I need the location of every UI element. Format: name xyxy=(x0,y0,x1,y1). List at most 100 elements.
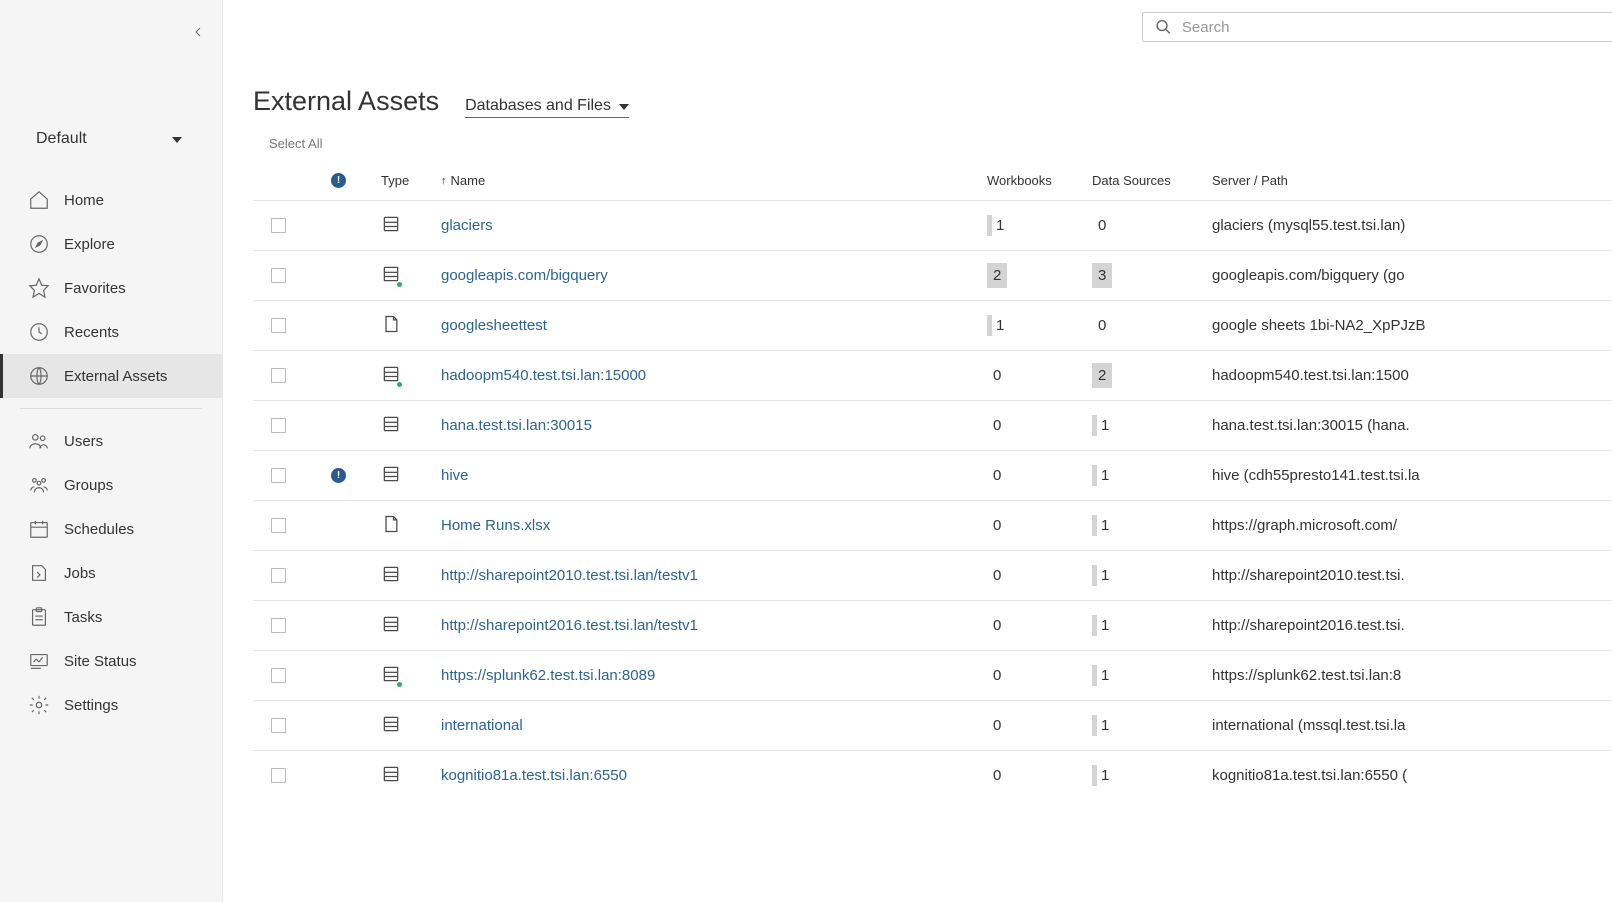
nav-external-assets[interactable]: External Assets xyxy=(0,354,222,398)
server-path: google sheets 1bi-NA2_XpPJzB xyxy=(1212,317,1612,334)
row-checkbox[interactable] xyxy=(271,368,286,383)
asset-name-link[interactable]: hana.test.tsi.lan:30015 xyxy=(441,417,592,434)
nav-tasks[interactable]: Tasks xyxy=(0,595,222,639)
jobs-icon xyxy=(28,562,50,584)
table-row: hana.test.tsi.lan:3001501hana.test.tsi.l… xyxy=(253,400,1612,450)
asset-name-link[interactable]: international xyxy=(441,717,523,734)
workbooks-count: 0 xyxy=(987,415,1007,436)
database-icon xyxy=(381,371,401,387)
column-server-path[interactable]: Server / Path xyxy=(1212,173,1612,188)
data-sources-count: 1 xyxy=(1092,515,1115,536)
star-icon xyxy=(28,277,50,299)
calendar-icon xyxy=(28,518,50,540)
server-path: hana.test.tsi.lan:30015 (hana. xyxy=(1212,417,1612,434)
search-input-wrap[interactable] xyxy=(1142,12,1612,42)
sidebar: Default Home Explore Favorites Recents xyxy=(0,0,223,902)
database-icon xyxy=(381,271,401,287)
nav-label: Tasks xyxy=(64,609,102,626)
nav-groups[interactable]: Groups xyxy=(0,463,222,507)
column-type[interactable]: Type xyxy=(381,173,441,188)
table-row: http://sharepoint2010.test.tsi.lan/testv… xyxy=(253,550,1612,600)
row-checkbox[interactable] xyxy=(271,268,286,283)
row-checkbox[interactable] xyxy=(271,768,286,783)
table-row: !hive01hive (cdh55presto141.test.tsi.la xyxy=(253,450,1612,500)
column-alert[interactable]: ! xyxy=(331,173,381,188)
nav-label: Jobs xyxy=(64,565,96,582)
certified-dot-icon xyxy=(396,381,403,388)
table-body: glaciers 1 0 glaciers (mysql55.test.tsi.lan… xyxy=(253,200,1612,800)
nav-jobs[interactable]: Jobs xyxy=(0,551,222,595)
asset-name-link[interactable]: googleapis.com/bigquery xyxy=(441,267,608,284)
asset-name-link[interactable]: kognitio81a.test.tsi.lan:6550 xyxy=(441,767,627,784)
server-path: glaciers (mysql55.test.tsi.lan) xyxy=(1212,217,1612,234)
server-path: kognitio81a.test.tsi.lan:6550 ( xyxy=(1212,767,1612,784)
data-sources-count: 1 xyxy=(1092,765,1115,786)
sort-asc-icon: ↑ xyxy=(441,175,447,187)
site-status-icon xyxy=(28,650,50,672)
asset-name-link[interactable]: glaciers xyxy=(441,217,493,234)
table-row: https://splunk62.test.tsi.lan:808901http… xyxy=(253,650,1612,700)
column-name[interactable]: ↑ Name xyxy=(441,173,987,188)
asset-name-link[interactable]: http://sharepoint2016.test.tsi.lan/testv… xyxy=(441,617,698,634)
nav-home[interactable]: Home xyxy=(0,178,222,222)
site-selector[interactable]: Default xyxy=(36,130,202,148)
select-all-link[interactable]: Select All xyxy=(269,136,1612,151)
workbooks-count: 1 xyxy=(987,315,1010,336)
nav-explore[interactable]: Explore xyxy=(0,222,222,266)
search-icon xyxy=(1155,18,1172,36)
database-icon xyxy=(381,771,401,787)
filter-label: Databases and Files xyxy=(465,97,611,115)
asset-name-link[interactable]: hadoopm540.test.tsi.lan:15000 xyxy=(441,367,646,384)
page-title: External Assets xyxy=(253,86,439,117)
workbooks-count: 0 xyxy=(987,665,1007,686)
nav-recents[interactable]: Recents xyxy=(0,310,222,354)
collapse-sidebar-button[interactable] xyxy=(188,22,208,42)
asset-type-filter[interactable]: Databases and Files xyxy=(465,97,629,118)
table-header: ! Type ↑ Name Workbooks Data Sources Ser… xyxy=(253,173,1612,200)
row-checkbox[interactable] xyxy=(271,718,286,733)
nav-label: Settings xyxy=(64,697,118,714)
nav-schedules[interactable]: Schedules xyxy=(0,507,222,551)
asset-name-link[interactable]: googlesheettest xyxy=(441,317,547,334)
row-checkbox[interactable] xyxy=(271,418,286,433)
chevron-left-icon xyxy=(190,24,206,40)
row-checkbox[interactable] xyxy=(271,618,286,633)
table-row: http://sharepoint2016.test.tsi.lan/testv… xyxy=(253,600,1612,650)
search-input[interactable] xyxy=(1182,19,1600,36)
nav-settings[interactable]: Settings xyxy=(0,683,222,727)
workbooks-count: 1 xyxy=(987,215,1010,236)
compass-icon xyxy=(28,233,50,255)
nav-label: Groups xyxy=(64,477,113,494)
data-sources-count: 0 xyxy=(1092,215,1112,236)
row-checkbox[interactable] xyxy=(271,568,286,583)
nav-divider xyxy=(20,408,202,409)
asset-name-link[interactable]: hive xyxy=(441,467,469,484)
nav-list-admin: Users Groups Schedules Jobs Tasks Site S… xyxy=(0,419,222,727)
caret-down-icon xyxy=(619,97,629,115)
caret-down-icon xyxy=(172,130,182,148)
database-icon xyxy=(381,471,401,487)
nav-site-status[interactable]: Site Status xyxy=(0,639,222,683)
nav-label: Home xyxy=(64,192,104,209)
table-row: international01international (mssql.test… xyxy=(253,700,1612,750)
tasks-icon xyxy=(28,606,50,628)
nav-label: Recents xyxy=(64,324,119,341)
nav-users[interactable]: Users xyxy=(0,419,222,463)
nav-favorites[interactable]: Favorites xyxy=(0,266,222,310)
row-checkbox[interactable] xyxy=(271,218,286,233)
nav-list: Home Explore Favorites Recents External … xyxy=(0,178,222,398)
row-checkbox[interactable] xyxy=(271,518,286,533)
nav-label: External Assets xyxy=(64,368,167,385)
row-checkbox[interactable] xyxy=(271,468,286,483)
row-checkbox[interactable] xyxy=(271,318,286,333)
asset-name-link[interactable]: https://splunk62.test.tsi.lan:8089 xyxy=(441,667,655,684)
column-workbooks[interactable]: Workbooks xyxy=(987,173,1092,188)
asset-name-link[interactable]: http://sharepoint2010.test.tsi.lan/testv… xyxy=(441,567,698,584)
column-data-sources[interactable]: Data Sources xyxy=(1092,173,1212,188)
server-path: http://sharepoint2016.test.tsi. xyxy=(1212,617,1612,634)
workbooks-count: 2 xyxy=(987,263,1007,288)
asset-name-link[interactable]: Home Runs.xlsx xyxy=(441,517,550,534)
nav-label: Explore xyxy=(64,236,115,253)
data-sources-count: 2 xyxy=(1092,363,1112,388)
row-checkbox[interactable] xyxy=(271,668,286,683)
